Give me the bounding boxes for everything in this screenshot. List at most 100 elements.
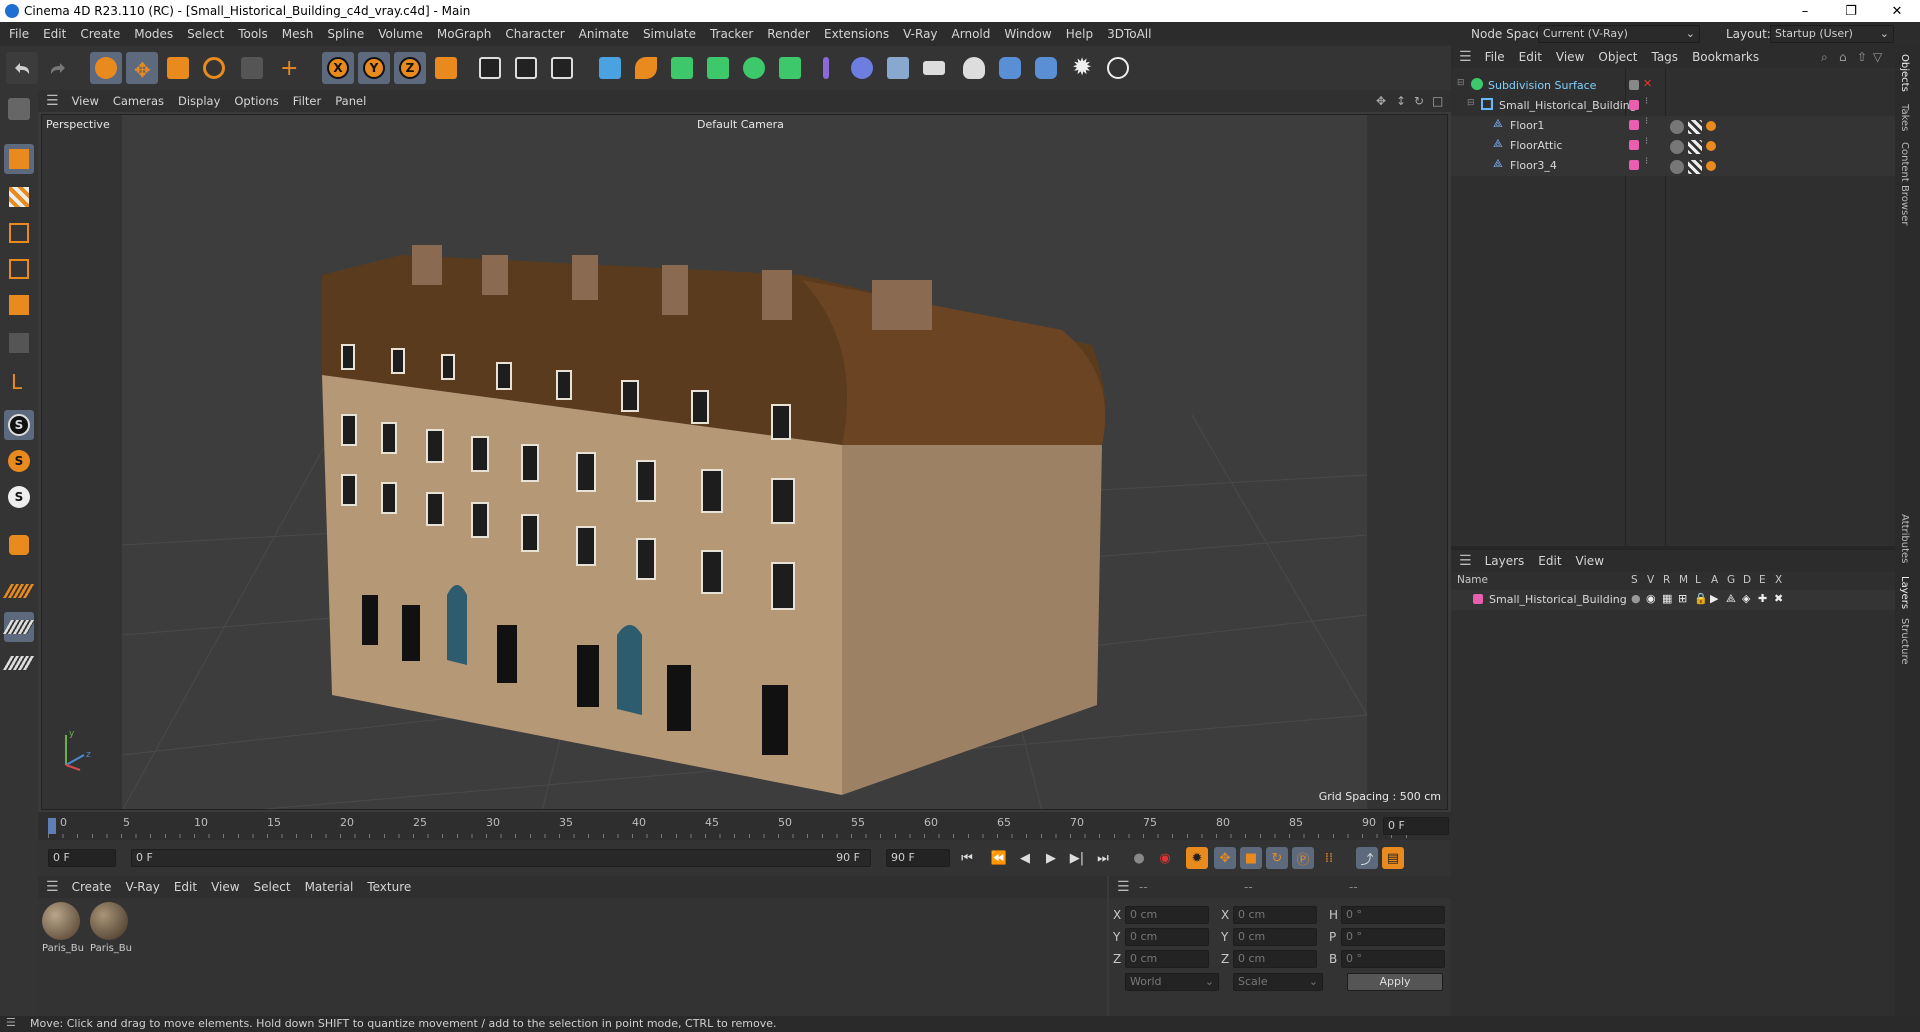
object-row[interactable]: ⊟ Small_Historical_Building ⁝ (1451, 96, 1895, 116)
previous-frame-button[interactable]: ◀ (1014, 847, 1036, 869)
object-row[interactable]: ⟁ Floor3_4 ⁝ (1451, 156, 1895, 176)
scale-tool-button[interactable] (162, 52, 194, 84)
camera-label[interactable]: Default Camera (697, 118, 784, 131)
next-frame-button[interactable]: ▶| (1066, 847, 1088, 869)
undo-button[interactable] (6, 52, 38, 84)
menu-create[interactable]: Create (73, 27, 127, 41)
column-e[interactable]: E (1759, 574, 1766, 586)
generators-icon[interactable]: ⟁ (1726, 592, 1736, 606)
menu-character[interactable]: Character (498, 27, 571, 41)
menu-volume[interactable]: Volume (371, 27, 430, 41)
column-r[interactable]: R (1663, 574, 1670, 586)
material-menu-view[interactable]: View (204, 880, 246, 894)
planar-workplane-button[interactable] (2, 648, 36, 678)
lock-icon[interactable]: 🔒 (1694, 592, 1708, 605)
object-menu-bookmarks[interactable]: Bookmarks (1685, 50, 1766, 64)
x-axis-button[interactable]: X (322, 52, 354, 84)
3d-viewport[interactable]: y z Perspective Default Camera Grid Spac… (41, 114, 1448, 810)
menu-help[interactable]: Help (1059, 27, 1100, 41)
move-tool-button[interactable]: ✥ (126, 52, 158, 84)
hamburger-icon[interactable]: ☰ (46, 879, 59, 895)
rotate-view-icon[interactable]: ↻ (1414, 94, 1424, 108)
previous-key-button[interactable]: ⏪ (988, 847, 1010, 869)
key-position-button[interactable]: ✥ (1214, 847, 1236, 869)
pen-tool-button[interactable] (630, 52, 662, 84)
menu-spline[interactable]: Spline (320, 27, 371, 41)
object-menu-object[interactable]: Object (1591, 50, 1644, 64)
animation-icon[interactable]: ▶ (1710, 592, 1718, 605)
hamburger-icon[interactable]: ☰ (6, 1016, 16, 1029)
snap-button[interactable]: S (4, 410, 34, 440)
material-tag-icon[interactable] (1706, 121, 1716, 131)
menu-3dtoall[interactable]: 3DToAll (1100, 27, 1158, 41)
xref-icon[interactable]: ✖ (1774, 592, 1783, 605)
layer-row[interactable]: Small_Historical_Building ● ◉ ▦ ⊞ 🔒 ▶ ⟁ … (1451, 590, 1895, 610)
pan-view-icon[interactable]: ✥ (1376, 94, 1386, 108)
close-button[interactable]: ✕ (1874, 0, 1920, 22)
layer-menu-edit[interactable]: Edit (1531, 554, 1568, 568)
transform-tool-button[interactable]: + (272, 52, 304, 84)
eye-icon[interactable]: ◉ (1646, 592, 1656, 605)
menu-select[interactable]: Select (180, 27, 231, 41)
field-button[interactable] (846, 52, 878, 84)
live-selection-button[interactable] (90, 52, 122, 84)
viewport-menu-cameras[interactable]: Cameras (106, 94, 171, 108)
start-frame-field[interactable]: 0 F (48, 849, 116, 867)
tab-layers[interactable]: Layers (1899, 576, 1910, 609)
menu-modes[interactable]: Modes (127, 27, 180, 41)
camera-button[interactable] (918, 52, 950, 84)
globe-button[interactable] (1102, 52, 1134, 84)
menu-file[interactable]: File (2, 27, 36, 41)
key-pla-button[interactable]: ⁞⁞ (1318, 847, 1340, 869)
node-space-select[interactable]: Current (V-Ray) ⌄ (1538, 25, 1700, 43)
record-keys-button[interactable]: ● (1128, 847, 1150, 869)
viewport-menu-filter[interactable]: Filter (286, 94, 328, 108)
viewport-menu-options[interactable]: Options (227, 94, 285, 108)
layout-select[interactable]: Startup (User) ⌄ (1770, 25, 1894, 43)
texture-tag-icon[interactable] (1688, 140, 1702, 154)
tab-objects[interactable]: Objects (1899, 54, 1910, 92)
key-scale-button[interactable]: ■ (1240, 847, 1262, 869)
scale-mode-select[interactable]: Scale ⌄ (1233, 973, 1323, 991)
subdivision-button[interactable] (666, 52, 698, 84)
z-axis-button[interactable]: Z (394, 52, 426, 84)
viewport-menu-view[interactable]: View (65, 94, 106, 108)
deformers-icon[interactable]: ◈ (1742, 592, 1750, 605)
collapse-icon[interactable]: ⊟ (1457, 78, 1465, 88)
extrude-button[interactable] (702, 52, 734, 84)
material-menu-vray[interactable]: V-Ray (118, 880, 166, 894)
collapse-icon[interactable]: ⊟ (1467, 98, 1475, 108)
expressions-icon[interactable]: ✚ (1758, 592, 1767, 605)
edges-mode-button[interactable] (4, 254, 34, 284)
menu-window[interactable]: Window (997, 27, 1058, 41)
layer-menu-view[interactable]: View (1569, 554, 1611, 568)
go-to-start-button[interactable]: ⏮ (956, 847, 978, 869)
object-row[interactable]: ⟁ Floor1 ⁝ (1451, 116, 1895, 136)
material-swatch[interactable]: Paris_Bu (42, 902, 84, 960)
dope-sheet-button[interactable]: ▤ (1382, 847, 1404, 869)
texture-mode-button[interactable] (4, 182, 34, 212)
rotate-tool-button[interactable] (198, 52, 230, 84)
render-view-button[interactable] (474, 52, 506, 84)
texture-tag-icon[interactable] (1688, 160, 1702, 174)
material-menu-texture[interactable]: Texture (360, 880, 418, 894)
size-z-field[interactable]: 0 cm (1233, 950, 1317, 968)
render-picture-viewer-button[interactable] (510, 52, 542, 84)
filter-icon[interactable]: ▽ (1873, 50, 1882, 64)
apply-button[interactable]: Apply (1347, 973, 1443, 991)
material-tag-icon[interactable] (1706, 161, 1716, 171)
current-frame-field[interactable]: 0 F (1383, 817, 1449, 835)
light-button[interactable] (958, 52, 990, 84)
position-y-field[interactable]: 0 cm (1125, 928, 1209, 946)
workplane-snap-button[interactable]: S (4, 482, 34, 512)
column-d[interactable]: D (1743, 574, 1751, 586)
column-g[interactable]: G (1727, 574, 1735, 586)
size-y-field[interactable]: 0 cm (1233, 928, 1317, 946)
menu-arnold[interactable]: Arnold (945, 27, 998, 41)
go-to-end-button[interactable]: ⏭ (1092, 847, 1114, 869)
position-z-field[interactable]: 0 cm (1125, 950, 1209, 968)
y-axis-button[interactable]: Y (358, 52, 390, 84)
menu-mesh[interactable]: Mesh (275, 27, 321, 41)
texture-tag-icon[interactable] (1688, 120, 1702, 134)
menu-animate[interactable]: Animate (572, 27, 636, 41)
